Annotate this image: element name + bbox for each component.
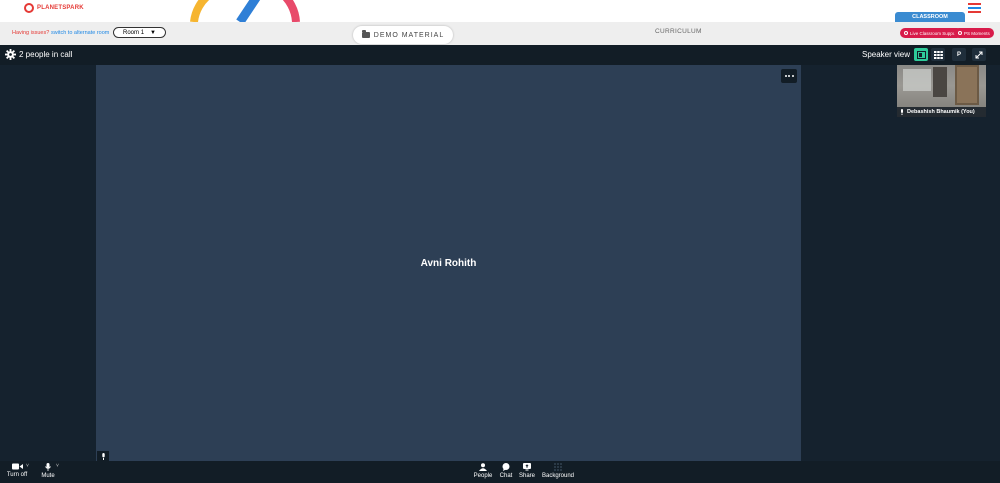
live-support-button[interactable]: Live Classroom Support	[900, 28, 963, 38]
more-dot-icon	[784, 75, 787, 77]
view-mode-label: Speaker view	[862, 50, 911, 59]
more-options-button[interactable]	[781, 69, 797, 83]
camera-feed-window	[903, 69, 931, 91]
call-toolbar: Turn off ˅ Mute ˅ People Chat Share Back…	[0, 461, 1000, 483]
self-video-tile[interactable]: Debashish Bhaumik (You)	[897, 65, 986, 117]
main-video-tile[interactable]: Avni Rohith	[96, 65, 801, 462]
self-name-bar: Debashish Bhaumik (You)	[897, 107, 986, 117]
expand-icon	[975, 51, 983, 58]
camera-options-icon[interactable]: ˅	[26, 463, 29, 469]
active-speaker-name: Avni Rohith	[420, 258, 477, 269]
microphone-icon	[45, 463, 51, 471]
alternate-room-link[interactable]: switch to alternate room	[51, 30, 109, 36]
call-header: 2 people in call Speaker view P	[0, 45, 1000, 65]
demo-material-label: DEMO MATERIAL	[373, 31, 445, 39]
chat-label: Chat	[499, 473, 513, 479]
camera-button[interactable]: Turn off ˅	[4, 463, 30, 478]
video-call-page: PLANETSPARK CLASSROOM Having issues? swi…	[0, 0, 1000, 483]
logo-mark-icon	[24, 3, 34, 13]
mute-label: Mute	[41, 473, 55, 479]
p-icon: P	[956, 51, 961, 58]
speaker-view-button[interactable]	[914, 48, 928, 61]
app-header: PLANETSPARK CLASSROOM	[0, 0, 1000, 22]
room-select-value: Room 1	[123, 29, 145, 36]
more-dot-icon	[788, 75, 790, 77]
chat-icon	[502, 463, 510, 471]
curriculum-link[interactable]: CURRICULUM	[655, 28, 702, 35]
speaker-view-icon	[916, 50, 926, 59]
decorative-arcs-icon	[190, 0, 300, 22]
ps-moments-button[interactable]: PS Moments	[954, 28, 994, 38]
grid-view-button[interactable]	[931, 48, 945, 61]
folder-icon	[361, 30, 370, 38]
share-button[interactable]: Share	[514, 463, 540, 479]
call-area: 2 people in call Speaker view P Avni Roh…	[0, 45, 1000, 483]
people-count: 2 people in call	[19, 50, 73, 59]
fullscreen-button[interactable]	[972, 48, 986, 61]
camera-feed-shelf	[933, 67, 947, 97]
room-bar: Having issues? switch to alternate room …	[0, 22, 1000, 45]
grid-icon	[933, 50, 943, 59]
camera-label: Turn off	[6, 472, 28, 478]
people-label: People	[473, 473, 493, 479]
live-support-label: Live Classroom Support	[910, 30, 959, 36]
moments-icon	[958, 31, 962, 35]
camera-feed-door	[955, 65, 979, 105]
background-button[interactable]: Background	[541, 463, 575, 479]
self-mic-icon	[901, 109, 903, 115]
pin-view-button[interactable]: P	[952, 48, 966, 61]
more-dot-icon	[791, 75, 794, 77]
classroom-tab[interactable]: CLASSROOM	[895, 12, 965, 22]
background-effects-icon	[554, 463, 562, 471]
issue-text: Having issues?	[12, 30, 50, 36]
person-icon	[479, 463, 487, 471]
video-camera-icon	[11, 463, 23, 470]
room-select[interactable]: Room 1 ▼	[113, 27, 166, 38]
speaker-mic-icon	[97, 451, 109, 461]
demo-material-button[interactable]: DEMO MATERIAL	[353, 26, 453, 44]
support-icon	[904, 31, 908, 35]
caret-down-icon: ▼	[150, 29, 156, 36]
menu-icon[interactable]	[968, 3, 981, 15]
mute-button[interactable]: Mute ˅	[35, 463, 61, 479]
gear-icon[interactable]	[5, 49, 16, 60]
mic-options-icon[interactable]: ˅	[56, 463, 59, 469]
background-label: Background	[541, 473, 575, 479]
logo[interactable]: PLANETSPARK	[24, 3, 84, 13]
brand-name: PLANETSPARK	[37, 5, 84, 11]
self-name: Debashish Bhaumik (You)	[907, 109, 975, 115]
share-label: Share	[518, 473, 535, 479]
share-screen-icon	[523, 463, 531, 471]
ps-moments-label: PS Moments	[964, 30, 990, 36]
